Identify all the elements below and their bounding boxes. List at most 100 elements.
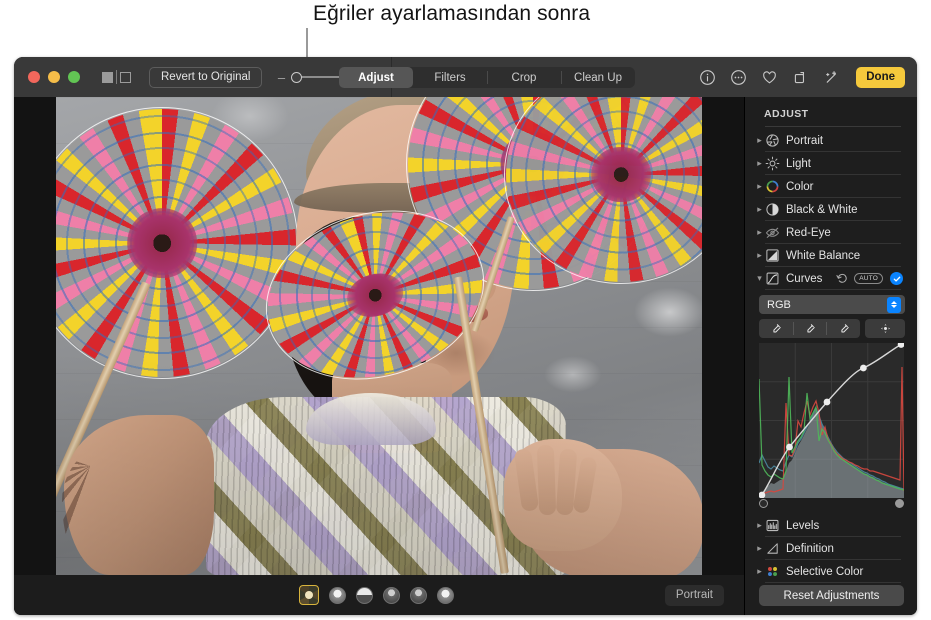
titlebar-actions: Done (699, 57, 905, 97)
sidebar-item-levels[interactable]: ▸ Levels (745, 514, 917, 537)
add-point-button[interactable] (865, 319, 905, 338)
curves-controls: AUTO (836, 272, 917, 285)
curve-point-3 (860, 364, 867, 372)
sidebar-item-label: Levels (786, 519, 820, 532)
preset-thumb-6[interactable] (437, 586, 454, 604)
chevron-right-icon[interactable]: ▸ (754, 227, 765, 238)
curve-endpoint-rail[interactable] (759, 499, 904, 511)
curves-icon (766, 272, 779, 285)
sidebar-heading: ADJUST (764, 108, 809, 120)
mode-tabs[interactable]: Adjust Filters Crop Clean Up (339, 67, 635, 88)
curve-point-4 (897, 343, 904, 348)
stepper-arrows-icon[interactable] (887, 296, 901, 313)
sun-icon (765, 156, 780, 171)
tab-filters[interactable]: Filters (413, 67, 487, 88)
sidebar-item-selective-color[interactable]: ▸ Selective Color (745, 560, 917, 583)
portrait-mode-chip[interactable]: Portrait (664, 584, 724, 606)
split-view-toggle[interactable] (102, 70, 131, 84)
outline-square-icon (120, 71, 131, 83)
favorite-heart-icon[interactable] (761, 69, 778, 86)
curves-histogram-graph[interactable] (759, 343, 904, 498)
chevron-right-icon[interactable]: ▸ (754, 158, 765, 169)
chevron-right-icon[interactable]: ▸ (754, 543, 765, 554)
eye-slash-icon (765, 227, 780, 238)
preset-filmstrip: Portrait (14, 575, 744, 615)
sidebar-item-white-balance[interactable]: ▸ White Balance (745, 244, 917, 267)
sidebar-item-curves[interactable]: ▾ Curves AUTO (745, 267, 917, 290)
white-point-handle[interactable] (895, 499, 904, 508)
reset-adjustments-button[interactable]: Reset Adjustments (759, 585, 904, 606)
page-title: Eğriler ayarlamasından sonra (313, 2, 591, 25)
divider (116, 70, 117, 84)
divider (765, 126, 901, 127)
chevron-down-icon[interactable]: ▾ (754, 273, 765, 284)
auto-button[interactable]: AUTO (854, 273, 883, 284)
zoom-button[interactable] (68, 71, 80, 83)
add-point-icon (880, 324, 890, 333)
edited-photo[interactable] (56, 97, 702, 575)
adjust-sidebar: ADJUST ▸ Portrait ▸ Light ▸ Color ▸ Blac… (744, 97, 917, 615)
curves-channel-select[interactable]: RGB (759, 295, 905, 314)
info-icon[interactable] (699, 69, 716, 86)
screenshot-root: Eğriler ayarlamasından sonra Revert to O… (0, 0, 931, 620)
black-point-eyedropper-button[interactable] (759, 319, 793, 338)
chevron-right-icon[interactable]: ▸ (754, 135, 765, 146)
sidebar-item-label: Definition (786, 542, 834, 555)
gradient-square-icon (766, 249, 779, 262)
chevron-right-icon[interactable]: ▸ (754, 520, 765, 531)
more-options-icon[interactable] (730, 69, 747, 86)
selective-color-icon (768, 567, 777, 576)
sidebar-item-red-eye[interactable]: ▸ Red-Eye (745, 221, 917, 244)
revert-arrow-icon[interactable] (836, 273, 847, 284)
sidebar-item-label: White Balance (786, 249, 861, 262)
minimize-button[interactable] (48, 71, 60, 83)
sidebar-item-label: Black & White (786, 203, 858, 216)
levels-icon (766, 519, 779, 532)
preset-thumb-2[interactable] (329, 586, 346, 604)
preset-thumb-original[interactable] (299, 585, 319, 605)
sidebar-item-portrait[interactable]: ▸ Portrait (745, 129, 917, 152)
sidebar-item-definition[interactable]: ▸ Definition (745, 537, 917, 560)
curves-enabled-toggle[interactable] (890, 272, 903, 285)
photos-editor-window: Revert to Original – + Adjust Filters Cr… (14, 57, 917, 615)
close-button[interactable] (28, 71, 40, 83)
sidebar-item-label: Curves (786, 272, 823, 285)
pinwheel-left (56, 107, 298, 379)
gray-point-eyedropper-button[interactable] (792, 319, 827, 338)
zoom-out-icon[interactable]: – (277, 71, 285, 84)
eyedropper-group (759, 319, 860, 338)
black-point-handle[interactable] (759, 499, 768, 508)
sidebar-item-color[interactable]: ▸ Color (745, 175, 917, 198)
tab-adjust[interactable]: Adjust (339, 67, 413, 88)
white-point-eyedropper-button[interactable] (826, 319, 860, 338)
preset-thumbnails (299, 585, 454, 605)
done-button[interactable]: Done (856, 66, 905, 88)
sidebar-item-black-and-white[interactable]: ▸ Black & White (745, 198, 917, 221)
filled-square-icon (102, 71, 113, 83)
tab-crop[interactable]: Crop (487, 67, 561, 88)
auto-label: AUTO (859, 275, 878, 282)
auto-enhance-icon[interactable] (823, 69, 840, 86)
chevron-right-icon[interactable]: ▸ (754, 204, 765, 215)
preset-thumb-3[interactable] (356, 586, 373, 604)
slider-knob[interactable] (291, 71, 303, 83)
curve-point-2 (823, 398, 831, 406)
curve-point-1 (786, 443, 793, 451)
revert-to-original-button[interactable]: Revert to Original (149, 66, 263, 88)
color-wheel-icon (766, 180, 779, 193)
tab-clean-up[interactable]: Clean Up (561, 67, 635, 88)
chevron-right-icon[interactable]: ▸ (754, 250, 765, 261)
chevron-right-icon[interactable]: ▸ (754, 181, 765, 192)
aperture-icon (766, 134, 779, 147)
chevron-right-icon[interactable]: ▸ (754, 566, 765, 577)
checkmark-icon (893, 276, 900, 282)
preset-thumb-5[interactable] (410, 586, 427, 604)
sidebar-item-light[interactable]: ▸ Light (745, 152, 917, 175)
photo-stage (14, 97, 744, 575)
preset-thumb-4[interactable] (383, 586, 400, 604)
curve-svg (759, 343, 904, 498)
window-controls (28, 71, 80, 83)
sidebar-item-label: Red-Eye (786, 226, 831, 239)
rotate-icon[interactable] (792, 69, 809, 86)
contrast-circle-icon (766, 203, 779, 216)
